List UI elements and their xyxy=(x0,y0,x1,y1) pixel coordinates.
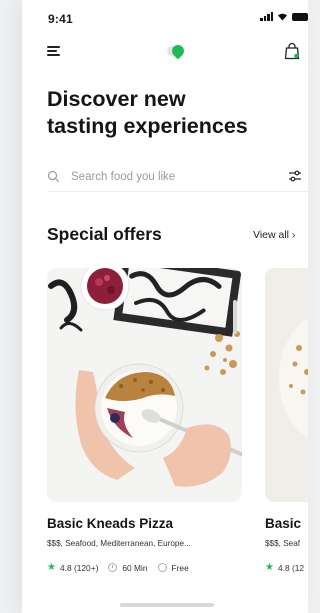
app-screen: 9:41 Discover new tasting experiences Se… xyxy=(22,0,308,613)
info-icon xyxy=(157,563,167,572)
view-all-link[interactable]: View all › xyxy=(253,229,295,241)
restaurant-description: $$$, Seafood, Mediterranean, Europe... xyxy=(47,539,191,548)
restaurant-card[interactable]: Basic Kneads Pizza $$$, Seafood, Mediter… xyxy=(47,268,242,573)
restaurant-meta: ★ 4.8 (120+) 60 Min Free xyxy=(47,562,199,573)
top-toolbar xyxy=(22,40,308,64)
restaurant-meta: ★ 4.8 (12 xyxy=(265,562,308,573)
delivery-fee: Free xyxy=(171,562,189,573)
shopping-bag-icon[interactable] xyxy=(284,42,300,60)
page-title-line-1: Discover new xyxy=(47,87,186,111)
status-time: 9:41 xyxy=(48,12,73,26)
star-icon: ★ xyxy=(265,562,274,573)
star-icon: ★ xyxy=(47,562,56,573)
search-icon xyxy=(47,170,60,183)
restaurant-name: Basic Kneads Pizza xyxy=(47,516,174,531)
filter-icon[interactable] xyxy=(288,169,302,183)
chevron-right-icon: › xyxy=(292,230,296,241)
status-bar: 9:41 xyxy=(22,0,308,36)
page-title-line-2: tasting experiences xyxy=(47,114,248,138)
delivery-time: 60 Min xyxy=(122,562,148,573)
section-title: Special offers xyxy=(47,224,162,244)
menu-icon[interactable] xyxy=(47,45,61,57)
view-all-label: View all xyxy=(253,229,289,241)
page-title: Discover new tasting experiences xyxy=(47,86,297,140)
restaurant-description: $$$, Seaf xyxy=(265,539,301,548)
battery-icon xyxy=(292,12,308,21)
signal-icon xyxy=(260,12,273,21)
home-indicator xyxy=(120,603,214,607)
search-bar xyxy=(47,162,308,192)
food-image xyxy=(265,268,308,502)
food-image xyxy=(47,268,242,502)
search-input[interactable] xyxy=(71,168,271,186)
rating-text: 4.8 (120+) xyxy=(59,562,99,573)
status-icons xyxy=(260,12,308,21)
wifi-icon xyxy=(278,13,287,21)
restaurant-card[interactable]: Basic $$$, Seaf ★ 4.8 (12 xyxy=(265,268,308,573)
restaurant-name: Basic xyxy=(265,516,302,531)
rating-text: 4.8 (12 xyxy=(277,562,305,573)
clock-icon xyxy=(108,563,118,572)
logo-icon xyxy=(167,42,187,60)
